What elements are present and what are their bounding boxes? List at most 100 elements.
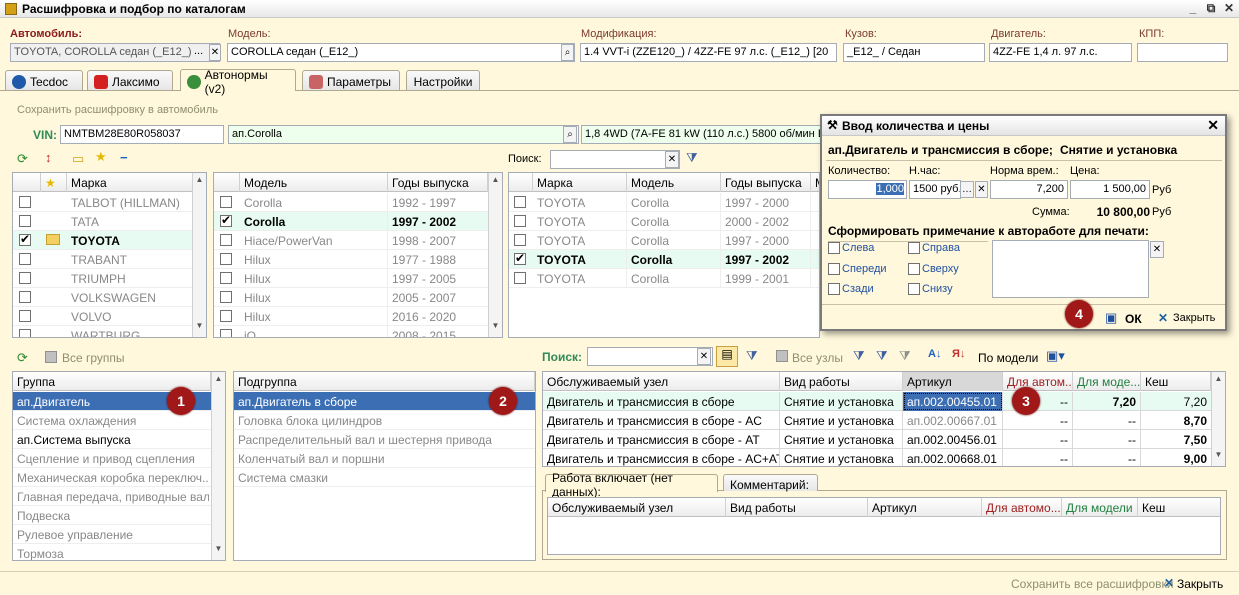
works-row[interactable]: Двигатель и трансмиссия в сборе - AC Снят… — [543, 411, 1211, 430]
works-work-header[interactable]: Вид работы — [780, 372, 903, 391]
close-window-button[interactable]: ✕ — [1221, 1, 1237, 17]
result-model-header[interactable]: Модель — [627, 173, 721, 192]
brand-row[interactable]: VOLVO — [13, 307, 206, 326]
brand-checkbox[interactable] — [19, 272, 31, 284]
works-row[interactable]: Двигатель и трансмиссия в сборе - AC+AT С… — [543, 449, 1211, 466]
model-checkbox[interactable] — [220, 291, 232, 303]
result-m-header[interactable]: М — [811, 173, 819, 192]
model-checkbox[interactable] — [220, 272, 232, 284]
minimize-button[interactable]: _ — [1185, 1, 1201, 17]
subgroup-row[interactable]: Головка блока цилиндров — [234, 411, 535, 430]
inc-node-header[interactable]: Обслуживаемый узел — [548, 498, 726, 517]
star-icon[interactable]: ★ — [95, 149, 107, 165]
inc-article-header[interactable]: Артикул — [868, 498, 982, 517]
model-checkbox[interactable] — [220, 213, 232, 227]
years-col-header[interactable]: Годы выпуска — [388, 173, 488, 192]
norm-input[interactable]: 7,200 — [990, 180, 1068, 199]
brand-row[interactable]: TATA — [13, 212, 206, 231]
result-checkbox[interactable] — [514, 215, 526, 227]
subgroup-col-header[interactable]: Подгруппа — [234, 372, 535, 391]
all-nodes-button[interactable]: Все узлы — [792, 351, 843, 365]
footer-close-button[interactable]: Закрыть — [1177, 577, 1223, 591]
brand-checkbox[interactable] — [19, 253, 31, 265]
model-checkbox[interactable] — [220, 253, 232, 265]
all-groups-icon[interactable] — [45, 351, 57, 363]
all-nodes-icon[interactable] — [776, 350, 788, 362]
opt-back-checkbox[interactable] — [828, 283, 840, 295]
result-checkbox[interactable] — [514, 234, 526, 246]
model-col-header[interactable]: Модель — [240, 173, 388, 192]
nh-select-button[interactable]: … — [960, 181, 974, 198]
works-article[interactable]: ап.002.00455.01 — [903, 392, 1003, 411]
note-clear-icon[interactable]: ✕ — [1150, 241, 1164, 258]
opt-top-label[interactable]: Сверху — [922, 263, 959, 275]
save-all-link[interactable]: Сохранить все расшифровки — [1011, 577, 1173, 591]
works-scrollbar[interactable]: ▲ ▼ — [1211, 372, 1225, 466]
search-input-top[interactable] — [550, 150, 680, 169]
works-article[interactable]: ап.002.00668.01 — [903, 449, 1003, 466]
opt-bottom-label[interactable]: Снизу — [922, 283, 953, 295]
model-checkbox[interactable] — [220, 234, 232, 246]
result-row[interactable]: TOYOTA Corolla 1999 - 2001 — [509, 269, 819, 288]
vin-desc-field[interactable]: 1,8 4WD (7A-FE 81 kW (110 л.с.) 5800 об/… — [581, 125, 821, 144]
search-clear-icon[interactable]: ✕ — [665, 151, 679, 168]
model-row[interactable]: Hilux 1977 - 1988 — [214, 250, 502, 269]
result-row[interactable]: TOYOTACorolla1997 - 2002 — [509, 250, 819, 269]
sort-asc-icon[interactable]: A↓ — [928, 348, 941, 360]
model-row[interactable]: iQ 2008 - 2015 — [214, 326, 502, 337]
subgroup-row[interactable]: Коленчатый вал и поршни — [234, 449, 535, 468]
inc-work-header[interactable]: Вид работы — [726, 498, 868, 517]
brand-checkbox[interactable] — [19, 310, 31, 322]
group-row[interactable]: Сцепление и привод сцепления — [13, 449, 211, 468]
brand-row[interactable]: TALBOT (HILLMAN) — [13, 193, 206, 212]
all-groups-button[interactable]: Все группы — [62, 351, 125, 365]
mod-field[interactable]: 1.4 VVT-i (ZZE120_) / 4ZZ-FE 97 л.с. (_E… — [580, 43, 837, 62]
model-row[interactable]: Hiace/PowerVan 1998 - 2007 — [214, 231, 502, 250]
works-cache-header[interactable]: Кеш — [1141, 372, 1211, 391]
works-model-header[interactable]: Для моде... — [1073, 372, 1141, 391]
brand-row[interactable]: TRIUMPH — [13, 269, 206, 288]
brand-checkbox[interactable] — [19, 215, 31, 227]
tab-settings[interactable]: Настройки — [406, 70, 480, 90]
group-row[interactable]: Тормоза — [13, 544, 211, 560]
restore-button[interactable]: ⧉ — [1203, 1, 1219, 17]
filter-remove-icon[interactable]: ⧩ — [899, 348, 911, 364]
model-checkbox[interactable] — [220, 310, 232, 322]
engine-field[interactable]: 4ZZ-FE 1,4 л. 97 л.с. — [989, 43, 1132, 62]
model-checkbox[interactable] — [220, 196, 232, 208]
group-row[interactable]: Главная передача, приводные валы... — [13, 487, 211, 506]
works-node-header[interactable]: Обслуживаемый узел — [543, 372, 780, 391]
by-model-button[interactable]: По модели — [978, 351, 1038, 365]
nh-input[interactable]: 1500 руб. — [909, 180, 961, 199]
works-row[interactable]: Двигатель и трансмиссия в сборе Снятие и … — [543, 392, 1211, 411]
group-scrollbar[interactable]: ▲ ▼ — [211, 372, 225, 560]
folder-icon[interactable]: ▭ — [72, 151, 84, 167]
brand-col-header[interactable]: Марка — [67, 173, 193, 192]
brand-row[interactable]: TRABANT — [13, 250, 206, 269]
subgroup-row[interactable]: Распределительный вал и шестерня привода — [234, 430, 535, 449]
auto-field[interactable]: TOYOTA, COROLLA седан (_E12_) — [10, 43, 220, 62]
tab-laximo[interactable]: Лаксимо — [87, 70, 173, 90]
opt-right-checkbox[interactable] — [908, 242, 920, 254]
model-field[interactable]: COROLLA седан (_E12_) — [227, 43, 575, 62]
group-row[interactable]: Механическая коробка переключ... — [13, 468, 211, 487]
opt-front-label[interactable]: Спереди — [842, 263, 887, 275]
works-row[interactable]: Двигатель и трансмиссия в сборе - AT Снят… — [543, 430, 1211, 449]
nh-clear-icon[interactable]: ✕ — [975, 181, 988, 198]
model-row[interactable]: Corolla 1992 - 1997 — [214, 193, 502, 212]
body-field[interactable]: _E12_ / Седан — [843, 43, 985, 62]
result-brand-header[interactable]: Марка — [533, 173, 627, 192]
save-disk-icon[interactable]: ▣▾ — [1046, 348, 1065, 364]
model-row[interactable]: Hilux 1997 - 2005 — [214, 269, 502, 288]
sort-desc-icon[interactable]: Я↓ — [952, 348, 965, 360]
price-input[interactable]: 1 500,00 — [1070, 180, 1150, 199]
model-row[interactable]: Corolla 1997 - 2002 — [214, 212, 502, 231]
tab-work-includes[interactable]: Работа включает (нет данных): — [545, 471, 718, 499]
opt-back-label[interactable]: Сзади — [842, 283, 874, 295]
subgroup-row[interactable]: Система смазки — [234, 468, 535, 487]
brand-row[interactable]: WARTBURG — [13, 326, 206, 337]
model-row[interactable]: Hilux 2016 - 2020 — [214, 307, 502, 326]
group-row[interactable]: Подвеска — [13, 506, 211, 525]
result-row[interactable]: TOYOTA Corolla 1997 - 2000 — [509, 231, 819, 250]
opt-left-label[interactable]: Слева — [842, 242, 874, 254]
